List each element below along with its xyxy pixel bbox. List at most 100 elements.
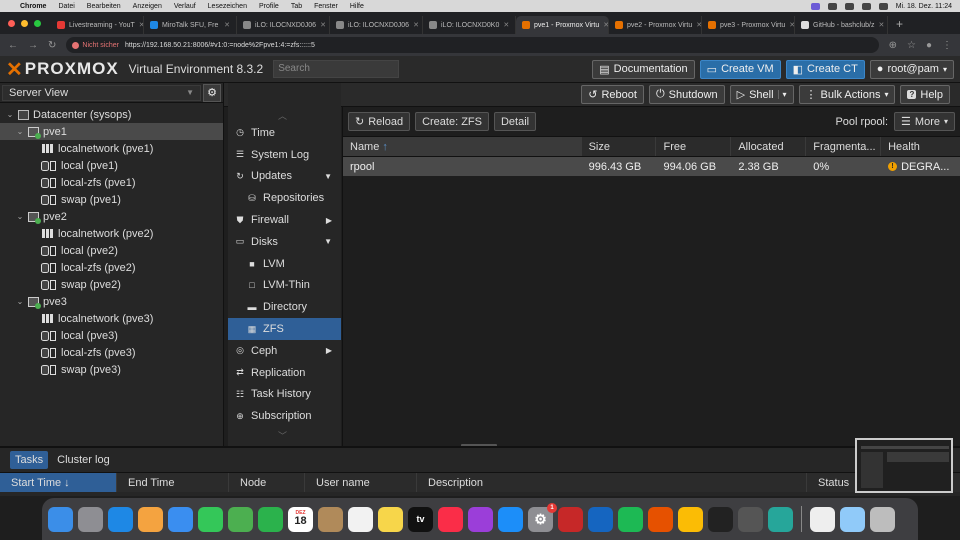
tree-storage[interactable]: local-zfs (pve1) — [0, 174, 223, 191]
dock-appletv-icon[interactable]: tv — [408, 506, 433, 532]
search-icon[interactable] — [878, 2, 888, 10]
browser-tab[interactable]: pve3 - Proxmox Virtu ✕ — [702, 16, 795, 34]
menu-item-task-history[interactable]: ☷ Task History — [228, 384, 341, 406]
col-size[interactable]: Size — [582, 137, 657, 156]
menu-tab[interactable]: Tab — [291, 3, 302, 10]
menu-item-ceph[interactable]: ◎ Ceph ▶ — [228, 340, 341, 362]
menu-fenster[interactable]: Fenster — [314, 3, 338, 10]
browser-tab[interactable]: iLO: ILOCNXD0K0 ✕ — [423, 16, 516, 34]
detail-button[interactable]: Detail — [493, 112, 537, 131]
browser-tab[interactable]: Livestreaming - YouT✕ — [51, 16, 144, 34]
collapse-icon[interactable]: ⌄ — [6, 110, 14, 119]
bookmark-star-icon[interactable]: ☆ — [907, 40, 916, 51]
browser-tab[interactable]: GitHub - bashclub/z ✕ — [795, 16, 888, 34]
menu-profile[interactable]: Profile — [259, 3, 279, 10]
tree-storage[interactable]: local (pve2) — [0, 242, 223, 259]
not-secure-badge[interactable]: Nicht sicher — [72, 41, 119, 49]
close-tab-icon[interactable]: ✕ — [224, 21, 230, 29]
dock-messages-icon[interactable] — [198, 506, 223, 532]
col-name[interactable]: Name ↑ — [343, 137, 582, 156]
tree-storage[interactable]: local (pve3) — [0, 327, 223, 344]
tree-storage[interactable]: swap (pve1) — [0, 191, 223, 208]
back-icon[interactable]: ← — [8, 40, 18, 51]
minimize-window-icon[interactable] — [21, 20, 28, 27]
dock-reminders-icon[interactable] — [348, 506, 373, 532]
dock-app-green-icon[interactable] — [768, 506, 793, 532]
dock-calendar-icon[interactable]: DEZ 18 — [288, 506, 313, 532]
dock-spotify-icon[interactable] — [618, 506, 643, 532]
status-icon[interactable] — [827, 2, 837, 10]
dock-app-orange-icon[interactable] — [648, 506, 673, 532]
dock-facetime-icon[interactable] — [258, 506, 283, 532]
tree-node-pve1[interactable]: ⌄ pve1 — [0, 123, 223, 140]
dock-podcasts-icon[interactable] — [468, 506, 493, 532]
dock-system-settings-icon[interactable]: ⚙ 1 — [528, 502, 557, 532]
search-input[interactable]: Search — [273, 60, 400, 78]
shutdown-button[interactable]: ⏻ Shutdown — [648, 85, 725, 104]
col-allocated[interactable]: Allocated — [731, 137, 807, 156]
caret-down-icon[interactable]: ▼ — [324, 237, 332, 246]
browser-tab[interactable]: pve2 - Proxmox Virtu ✕ — [609, 16, 702, 34]
menu-lesezeichen[interactable]: Lesezeichen — [208, 3, 247, 10]
tree-datacenter[interactable]: ⌄ Datacenter (sysops) — [0, 106, 223, 123]
dock-safari-icon[interactable] — [108, 506, 133, 532]
table-row[interactable]: rpool 996.43 GB 994.06 GB 2.38 GB 0% ! DE… — [343, 157, 960, 176]
clock[interactable]: Mi. 18. Dez. 11:24 — [896, 3, 952, 10]
dock-photos-icon[interactable] — [138, 506, 163, 532]
menu-item-zfs[interactable]: ▦ ZFS — [228, 318, 341, 340]
tree-storage[interactable]: swap (pve2) — [0, 276, 223, 293]
server-view-select[interactable]: Server View ▼ — [2, 84, 201, 101]
dock-document-icon[interactable] — [810, 506, 835, 532]
tree-storage[interactable]: localnetwork (pve1) — [0, 140, 223, 157]
tree-storage[interactable]: localnetwork (pve3) — [0, 310, 223, 327]
menu-item-subscription[interactable]: ⊕ Subscription — [228, 405, 341, 427]
dock-appstore-icon[interactable] — [498, 506, 523, 532]
dock-notes-icon[interactable] — [378, 506, 403, 532]
wifi-icon[interactable] — [861, 2, 871, 10]
browser-tab[interactable]: iLO: ILOCNXD0J06 ✕ — [237, 16, 330, 34]
screen-share-icon[interactable] — [810, 2, 820, 10]
dock-music-icon[interactable] — [438, 506, 463, 532]
dock-trash-icon[interactable] — [870, 506, 895, 532]
reload-button[interactable]: ↻ Reload — [348, 112, 411, 131]
tree-storage[interactable]: swap (pve3) — [0, 361, 223, 378]
collapse-icon[interactable]: ⌄ — [16, 127, 24, 136]
col-description[interactable]: Description — [417, 473, 807, 492]
create-vm-button[interactable]: ▭ Create VM — [699, 59, 781, 79]
reboot-button[interactable]: ↺ Reboot — [581, 85, 644, 104]
dock-maps-icon[interactable] — [228, 506, 253, 532]
tree-storage[interactable]: localnetwork (pve2) — [0, 225, 223, 242]
dock-terminal-icon[interactable] — [708, 506, 733, 532]
tree-storage[interactable]: local-zfs (pve3) — [0, 344, 223, 361]
close-tab-icon[interactable]: ✕ — [503, 21, 509, 29]
battery-icon[interactable] — [844, 2, 854, 10]
caret-down-icon[interactable]: ▼ — [324, 172, 332, 181]
menu-bearbeiten[interactable]: Bearbeiten — [87, 3, 121, 10]
forward-icon[interactable]: → — [28, 40, 38, 51]
col-end-time[interactable]: End Time — [117, 473, 229, 492]
tree-storage[interactable]: local-zfs (pve2) — [0, 259, 223, 276]
menu-verlauf[interactable]: Verlauf — [174, 3, 196, 10]
bulk-actions-button[interactable]: ⋮ Bulk Actions ▾ — [798, 85, 896, 104]
dock-app-blue-icon[interactable] — [588, 506, 613, 532]
shell-button[interactable]: ▷ Shell ▾ — [729, 85, 794, 104]
gear-icon[interactable]: ⚙ — [203, 83, 221, 102]
menu-datei[interactable]: Datei — [58, 3, 74, 10]
browser-menu-icon[interactable]: ⋮ — [942, 40, 952, 51]
caret-right-icon[interactable]: ▶ — [326, 216, 332, 225]
dock-preview-icon[interactable] — [840, 506, 865, 532]
menu-item-updates[interactable]: ↻ Updates ▼ — [228, 166, 341, 188]
more-button[interactable]: ☰ More ▾ — [894, 112, 955, 131]
col-node[interactable]: Node — [229, 473, 305, 492]
new-tab-icon[interactable]: + — [888, 17, 911, 34]
caret-right-icon[interactable]: ▶ — [326, 346, 332, 355]
help-button[interactable]: ? Help — [900, 85, 950, 104]
collapse-icon[interactable]: ⌄ — [16, 212, 24, 221]
tree-node-pve2[interactable]: ⌄ pve2 — [0, 208, 223, 225]
close-tab-icon[interactable]: ✕ — [413, 21, 419, 29]
menu-item-disks[interactable]: ▭ Disks ▼ — [228, 231, 341, 253]
app-name[interactable]: Chrome — [20, 3, 46, 10]
menu-item-system-log[interactable]: ☰ System Log — [228, 144, 341, 166]
screenshot-preview-thumbnail[interactable] — [855, 438, 953, 493]
browser-tab[interactable]: iLO: ILOCNXD0J06 ✕ — [330, 16, 423, 34]
